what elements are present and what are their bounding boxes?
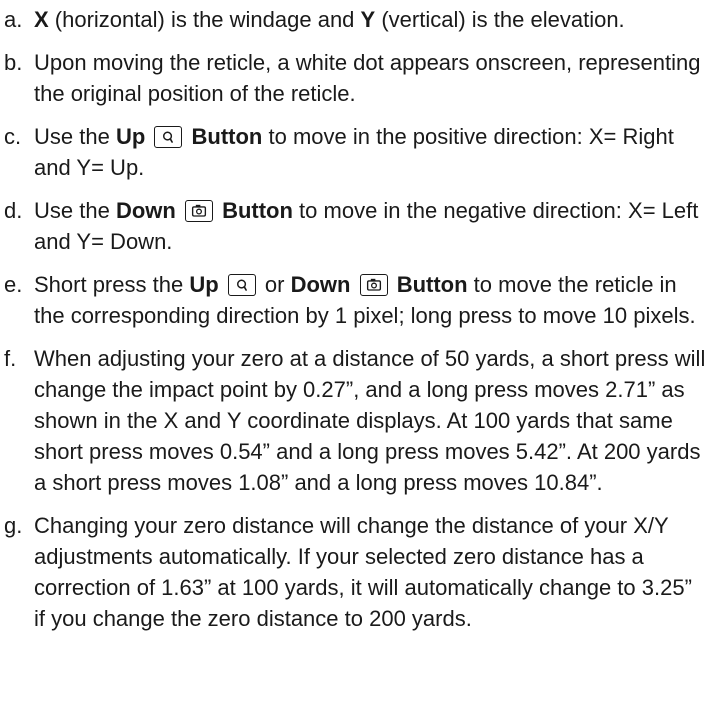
list-marker: f. bbox=[4, 346, 17, 371]
bold-term: X bbox=[34, 7, 49, 32]
list-item-text: Use the Up Button to move in the positiv… bbox=[34, 121, 708, 183]
list-item: d. Use the Down Button to move in the neg… bbox=[4, 195, 708, 257]
text-run bbox=[219, 272, 225, 297]
bold-term: Y bbox=[360, 7, 376, 32]
bold-term: Up bbox=[115, 124, 146, 149]
text-run: Use the bbox=[34, 124, 116, 149]
list-item-text: Changing your zero distance will change … bbox=[34, 510, 708, 634]
text-run: or bbox=[258, 272, 291, 297]
list-item: c. Use the Up Button to move in the posit… bbox=[4, 121, 708, 183]
list-marker: c. bbox=[4, 124, 22, 149]
bold-term: Down bbox=[115, 198, 176, 223]
camera-button-icon bbox=[359, 274, 388, 296]
zoom-button-icon bbox=[154, 126, 183, 148]
list-marker: b. bbox=[4, 50, 23, 75]
list-item: g. Changing your zero distance will chang… bbox=[4, 510, 708, 634]
list-item-text: Upon moving the reticle, a white dot app… bbox=[34, 47, 708, 109]
text-run: (vertical) is the elevation. bbox=[375, 7, 625, 32]
text-run: Use the bbox=[34, 198, 116, 223]
instruction-list: a. X (horizontal) is the windage and Y (v… bbox=[0, 0, 720, 634]
zoom-button-icon bbox=[227, 274, 256, 296]
list-marker: g. bbox=[4, 513, 23, 538]
text-run: When adjusting your zero at a distance o… bbox=[34, 346, 706, 495]
list-marker: a. bbox=[4, 7, 23, 32]
text-run: Upon moving the reticle, a white dot app… bbox=[34, 50, 701, 106]
list-marker: e. bbox=[4, 272, 23, 297]
list-item-text: Short press the Up or Down Button to mov… bbox=[34, 269, 708, 331]
bold-term: Down bbox=[290, 272, 351, 297]
text-run: Changing your zero distance will change … bbox=[34, 513, 692, 631]
list-item: f. When adjusting your zero at a distance… bbox=[4, 343, 708, 498]
list-marker: d. bbox=[4, 198, 23, 223]
bold-term: Button bbox=[396, 272, 468, 297]
text-run: (horizontal) is the windage and bbox=[48, 7, 361, 32]
list-item: e. Short press the Up or Down Button to m… bbox=[4, 269, 708, 331]
list-item-text: X (horizontal) is the windage and Y (ver… bbox=[34, 4, 708, 35]
text-run bbox=[176, 198, 182, 223]
list-item: a. X (horizontal) is the windage and Y (v… bbox=[4, 4, 708, 35]
list-item-text: When adjusting your zero at a distance o… bbox=[34, 343, 708, 498]
text-run bbox=[350, 272, 356, 297]
list-item: b. Upon moving the reticle, a white dot a… bbox=[4, 47, 708, 109]
list-item-text: Use the Down Button to move in the negat… bbox=[34, 195, 708, 257]
bold-term: Button bbox=[191, 124, 263, 149]
text-run bbox=[145, 124, 151, 149]
camera-button-icon bbox=[184, 200, 213, 222]
bold-term: Button bbox=[222, 198, 293, 223]
bold-term: Up bbox=[189, 272, 219, 297]
text-run: Short press the bbox=[34, 272, 190, 297]
